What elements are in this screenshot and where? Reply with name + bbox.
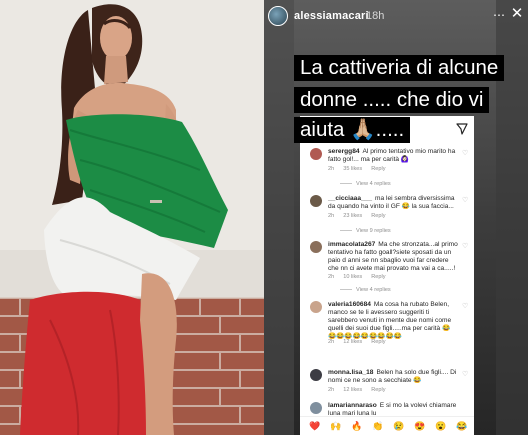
emoji-clap[interactable]: 👏 [371,420,385,432]
story-username[interactable]: alessiamacari [294,10,369,22]
emoji-fire[interactable]: 🔥 [350,420,364,432]
reaction-bar: ❤️ 🙌 🔥 👏 😢 😍 😮 😂 [300,416,474,435]
instagram-photo [0,0,264,435]
comment-meta: 2h 12 likes Reply [328,339,395,345]
comment-body: immacolata267 Ma che stronzata...al primo… [328,241,458,273]
comment-username[interactable]: serergg84 [328,148,360,155]
more-icon[interactable]: ⋯ [492,8,506,22]
comment-time: 2h [328,274,335,280]
view-replies-link[interactable]: View 4 replies [340,287,391,293]
comment-avatar[interactable] [310,301,322,313]
emoji-laughing[interactable]: 😂 [455,420,469,432]
emoji-heart-eyes[interactable]: 😍 [413,420,427,432]
heart-outline-icon[interactable]: ♡ [462,150,469,157]
comment-time: 2h [328,213,335,219]
emoji-cry[interactable]: 😢 [392,420,406,432]
comment-username[interactable]: immacolata267 [328,241,375,248]
story-header: alessiamacari 18h ⋯ ✕ [264,0,528,36]
comment-likes[interactable]: 12 likes [343,339,362,345]
comment-likes[interactable]: 10 likes [343,274,362,280]
comment-time: 2h [328,339,335,345]
comment-reply-link[interactable]: Reply [371,213,385,219]
comment-body: __cicciaaa___ ma lei sembra diversissima … [328,195,458,211]
comment-username[interactable]: valeria160684 [328,301,371,308]
comment-avatar[interactable] [310,402,322,414]
close-icon[interactable]: ✕ [510,6,524,22]
caption-line-1: La cattiveria di alcune [294,55,505,81]
caption-line-3: aiuta 🙏🏼..... [294,117,411,143]
comment-reply-link[interactable]: Reply [371,339,385,345]
heart-outline-icon[interactable]: ♡ [462,197,469,204]
comment-avatar[interactable] [310,195,322,207]
comment-time: 2h [328,387,335,393]
paper-plane-icon[interactable] [456,123,468,135]
comment-body: lamariannaraso E si mo la volevi chiamare… [328,402,458,416]
comment-username[interactable]: lamariannaraso [328,402,377,409]
comment-avatar[interactable] [310,241,322,253]
comment-item: lamariannaraso E si mo la volevi chiamare… [310,402,470,416]
view-replies-link[interactable]: View 4 replies [340,181,391,187]
heart-outline-icon[interactable]: ♡ [462,303,469,310]
comment-time: 2h [328,166,335,172]
comment-likes[interactable]: 12 likes [343,387,362,393]
comment-meta: 2h 35 likes Reply [328,166,395,172]
comment-likes[interactable]: 23 likes [343,213,362,219]
story-time-ago: 18h [366,10,385,22]
avatar[interactable] [268,6,288,26]
emoji-heart[interactable]: ❤️ [308,420,322,432]
comment-body: serergg84 Al primo tentativo mio marito h… [328,148,458,164]
comment-body: monna.lisa_18 Belen ha solo due figli....… [328,369,458,385]
emoji-raised-hands[interactable]: 🙌 [329,420,343,432]
comment-username[interactable]: __cicciaaa___ [328,195,372,202]
comment-body: valeria160684 Ma cosa ha rubato Belen, ma… [328,301,458,341]
comment-avatar[interactable] [310,369,322,381]
comment-likes[interactable]: 35 likes [343,166,362,172]
comment-reply-link[interactable]: Reply [371,387,385,393]
comment-meta: 2h 23 likes Reply [328,213,395,219]
caption-line-2: donne ..... che dio vi [294,87,490,113]
comment-reply-link[interactable]: Reply [371,274,385,280]
view-replies-link[interactable]: View 9 replies [340,228,391,234]
comment-meta: 2h 12 likes Reply [328,387,395,393]
comment-reply-link[interactable]: Reply [371,166,385,172]
emoji-surprised[interactable]: 😮 [434,420,448,432]
comment-username[interactable]: monna.lisa_18 [328,369,373,376]
flag-photo-illustration [0,0,264,435]
comment-avatar[interactable] [310,148,322,160]
heart-outline-icon[interactable]: ♡ [462,371,469,378]
comment-meta: 2h 10 likes Reply [328,274,395,280]
heart-outline-icon[interactable]: ♡ [462,243,469,250]
